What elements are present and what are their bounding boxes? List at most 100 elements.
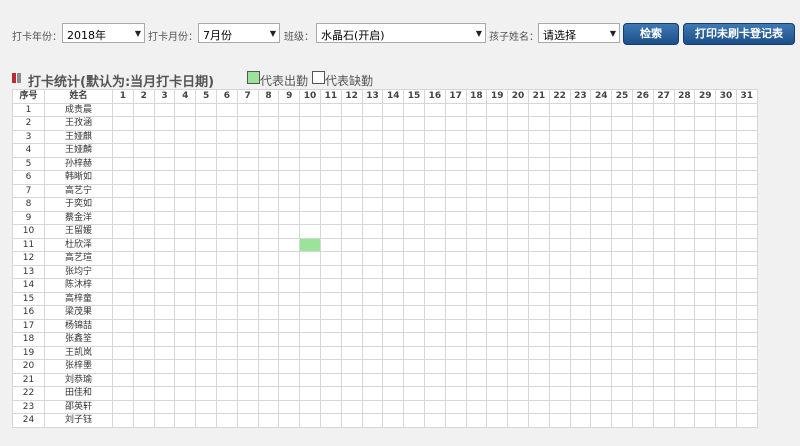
attendance-cell xyxy=(340,386,363,401)
print-unswiped-register-button[interactable]: 打印未刷卡登记表 xyxy=(683,23,795,45)
attendance-cell xyxy=(507,372,529,387)
table-row: 1 成贵晨 xyxy=(12,102,758,117)
attendance-cell xyxy=(403,291,425,306)
attendance-cell xyxy=(195,170,217,185)
attendance-cell xyxy=(299,170,321,185)
attendance-cell xyxy=(673,359,696,374)
attendance-cell xyxy=(631,129,654,144)
attendance-cell xyxy=(340,399,363,414)
attendance-cell xyxy=(715,359,737,374)
attendance-cell xyxy=(611,129,633,144)
attendance-cell xyxy=(486,224,509,239)
attendance-cell xyxy=(652,318,675,333)
attendance-cell xyxy=(465,278,488,293)
attendance-cell xyxy=(319,156,342,171)
attendance-cell xyxy=(465,116,488,131)
attendance-cell xyxy=(444,359,467,374)
header-day: 16 xyxy=(423,89,446,104)
attendance-cell xyxy=(423,345,446,360)
attendance-cell xyxy=(132,264,155,279)
year-select[interactable]: 2018年 ▼ xyxy=(62,23,145,43)
attendance-cell xyxy=(403,386,425,401)
search-button[interactable]: 检索 xyxy=(623,23,679,45)
attendance-cell xyxy=(507,116,529,131)
attendance-cell xyxy=(132,102,155,117)
attendance-cell xyxy=(590,345,613,360)
attendance-cell xyxy=(694,291,717,306)
attendance-cell xyxy=(611,183,633,198)
attendance-cell xyxy=(299,413,321,428)
attendance-cell xyxy=(673,251,696,266)
attendance-cell xyxy=(652,237,675,252)
header-day: 12 xyxy=(340,89,363,104)
attendance-cell xyxy=(569,102,592,117)
month-label: 打卡月份： xyxy=(148,32,198,43)
attendance-cell xyxy=(278,156,301,171)
table-row: 11 杜欣泽 xyxy=(12,237,758,252)
attendance-cell xyxy=(694,251,717,266)
attendance-cell xyxy=(153,359,176,374)
attendance-cell xyxy=(382,413,405,428)
attendance-cell xyxy=(132,278,155,293)
attendance-cell xyxy=(465,143,488,158)
attendance-cell xyxy=(236,399,259,414)
table-row: 5 孙梓赫 xyxy=(12,156,758,171)
attendance-cell xyxy=(631,372,654,387)
row-index: 19 xyxy=(12,345,45,360)
attendance-cell xyxy=(340,197,363,212)
attendance-cell xyxy=(174,264,197,279)
attendance-cell xyxy=(361,183,384,198)
attendance-cell xyxy=(465,413,488,428)
table-row: 18 张鑫筌 xyxy=(12,332,758,347)
attendance-cell xyxy=(694,143,717,158)
table-row: 20 张梓墨 xyxy=(12,359,758,374)
attendance-cell xyxy=(195,210,217,225)
attendance-cell xyxy=(382,251,405,266)
attendance-cell xyxy=(382,197,405,212)
header-day: 10 xyxy=(299,89,321,104)
attendance-cell xyxy=(215,399,238,414)
attendance-cell xyxy=(652,386,675,401)
row-index: 24 xyxy=(12,413,45,428)
attendance-cell xyxy=(132,372,155,387)
attendance-cell xyxy=(527,156,550,171)
child-name-select[interactable]: 请选择 ▼ xyxy=(538,23,620,43)
class-select[interactable]: 水晶石(开启) ▼ xyxy=(316,23,486,43)
attendance-cell xyxy=(257,251,280,266)
attendance-cell xyxy=(631,305,654,320)
attendance-cell xyxy=(340,129,363,144)
header-day: 18 xyxy=(465,89,488,104)
header-day: 30 xyxy=(715,89,737,104)
filter-bar: 打卡年份： 2018年 ▼ 打卡月份： 7月份 ▼ 班级： 水晶石(开启) ▼ … xyxy=(0,23,800,45)
attendance-cell xyxy=(611,251,633,266)
attendance-cell xyxy=(465,305,488,320)
attendance-cell xyxy=(465,197,488,212)
attendance-cell xyxy=(174,332,197,347)
attendance-cell xyxy=(174,278,197,293)
attendance-cell xyxy=(527,305,550,320)
student-name: 王凯岚 xyxy=(44,345,113,360)
header-day: 2 xyxy=(132,89,155,104)
dropdown-arrow-icon: ▼ xyxy=(609,29,616,38)
attendance-cell xyxy=(652,210,675,225)
attendance-cell xyxy=(715,210,737,225)
attendance-cell xyxy=(673,210,696,225)
attendance-cell xyxy=(257,278,280,293)
attendance-cell xyxy=(299,183,321,198)
attendance-cell xyxy=(507,170,529,185)
attendance-cell xyxy=(548,399,571,414)
month-select[interactable]: 7月份 ▼ xyxy=(198,23,280,43)
attendance-cell xyxy=(715,318,737,333)
attendance-cell xyxy=(382,210,405,225)
attendance-cell xyxy=(652,197,675,212)
attendance-cell xyxy=(257,291,280,306)
attendance-cell xyxy=(652,156,675,171)
attendance-cell xyxy=(403,197,425,212)
header-day: 26 xyxy=(631,89,654,104)
attendance-cell xyxy=(215,197,238,212)
attendance-cell xyxy=(257,224,280,239)
attendance-cell xyxy=(694,386,717,401)
attendance-cell xyxy=(715,224,737,239)
attendance-cell xyxy=(569,278,592,293)
attendance-cell xyxy=(299,305,321,320)
